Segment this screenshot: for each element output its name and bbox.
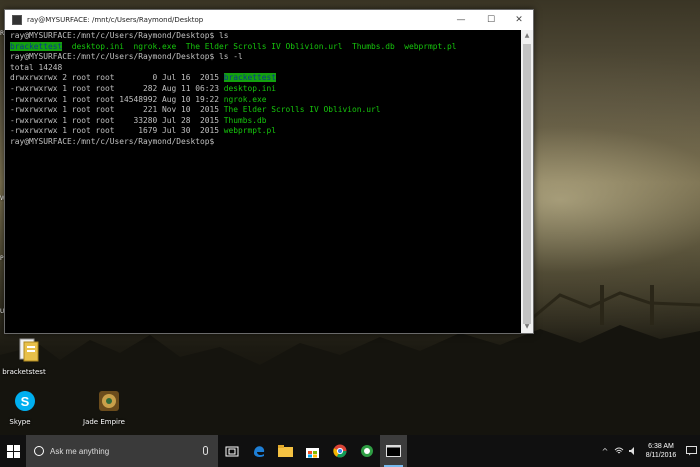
ls-row: drwxrwxrwx 2 root root 0 Jul 16 2015 bra… xyxy=(10,73,523,84)
desktop-icon-label: bracketstest xyxy=(2,368,46,376)
terminal-window[interactable]: ray@MYSURFACE: /mnt/c/Users/Raymond/Desk… xyxy=(4,9,534,334)
terminal-line: ray@MYSURFACE:/mnt/c/Users/Raymond/Deskt… xyxy=(10,31,523,42)
taskbar: Ask me anything xyxy=(0,435,700,467)
file-entries: desktop.ini ngrok.exe The Elder Scrolls … xyxy=(62,41,457,51)
terminal-app-icon xyxy=(12,15,22,25)
desktop-icon-label: Jade Empire xyxy=(83,418,125,426)
microphone-icon[interactable] xyxy=(203,446,208,455)
close-button[interactable]: ✕ xyxy=(505,10,533,30)
ls-row-meta: -rwxrwxrwx 1 root root 1679 Jul 30 2015 xyxy=(10,126,224,136)
desktop-icon-jade-empire[interactable]: Jade Empire xyxy=(83,390,125,426)
ls-row: -rwxrwxrwx 1 root root 33280 Jul 28 2015… xyxy=(10,116,523,127)
scroll-up-arrow-icon[interactable]: ▲ xyxy=(521,30,533,42)
ls-row-name: Thumbs.db xyxy=(223,115,267,125)
ls-row-name: ngrok.exe xyxy=(223,94,267,104)
taskbar-clock[interactable]: 6:38 AM 8/11/2016 xyxy=(640,442,682,460)
taskbar-terminal[interactable] xyxy=(380,435,407,467)
window-titlebar[interactable]: ray@MYSURFACE: /mnt/c/Users/Raymond/Desk… xyxy=(5,10,533,30)
ls-row: -rwxrwxrwx 1 root root 282 Aug 11 06:23 … xyxy=(10,84,523,95)
network-icon[interactable] xyxy=(612,435,626,467)
notification-icon xyxy=(685,446,697,456)
taskbar-file-explorer[interactable] xyxy=(272,435,299,467)
command-text: ls xyxy=(214,31,229,40)
scroll-down-arrow-icon[interactable]: ▼ xyxy=(521,321,533,333)
terminal-line: total 14248 xyxy=(10,62,63,72)
ls-row: -rwxrwxrwx 1 root root 221 Nov 10 2015 T… xyxy=(10,105,523,116)
file-explorer-folder-icon xyxy=(278,445,293,457)
store-bag-icon xyxy=(306,447,319,458)
desktop-icon-label: Skype xyxy=(9,418,31,426)
ls-row-meta: drwxrwxrwx 2 root root 0 Jul 16 2015 xyxy=(10,73,224,83)
search-circle-icon xyxy=(34,446,44,456)
prompt-text: ray@MYSURFACE:/mnt/c/Users/Raymond/Deskt… xyxy=(10,136,215,146)
terminal-line: brackettest desktop.ini ngrok.exe The El… xyxy=(10,41,523,53)
ls-row-name: desktop.ini xyxy=(223,83,277,93)
taskbar-edge[interactable] xyxy=(245,435,272,467)
terminal-window-icon xyxy=(386,445,401,457)
clock-date: 8/11/2016 xyxy=(645,452,677,459)
ls-row-name: brackettest xyxy=(223,73,277,83)
folder-file-icon xyxy=(19,338,38,362)
vertical-scrollbar[interactable]: ▲ ▼ xyxy=(521,30,533,333)
chrome-browser-icon xyxy=(332,444,346,458)
task-view-button[interactable] xyxy=(218,435,245,467)
system-tray: ^ 6:38 AM 8/11/2016 xyxy=(598,435,700,467)
ls-row-meta: -rwxrwxrwx 1 root root 282 Aug 11 06:23 xyxy=(10,83,224,93)
maximize-button[interactable]: ☐ xyxy=(477,10,505,30)
window-title: ray@MYSURFACE: /mnt/c/Users/Raymond/Desk… xyxy=(27,16,204,24)
desktop-icon-skype[interactable]: S Skype xyxy=(0,390,40,426)
windows-logo-icon xyxy=(6,444,20,458)
task-view-icon xyxy=(225,446,238,456)
jade-empire-icon xyxy=(98,391,119,411)
skype-icon: S xyxy=(14,391,35,411)
action-center-button[interactable] xyxy=(682,435,700,467)
start-button[interactable] xyxy=(0,435,26,467)
command-text: ls -l xyxy=(214,52,243,62)
ls-row-meta: -rwxrwxrwx 1 root root 14548992 Aug 10 1… xyxy=(10,94,224,104)
ls-row-meta: -rwxrwxrwx 1 root root 33280 Jul 28 2015 xyxy=(10,115,224,125)
volume-icon[interactable] xyxy=(626,435,640,467)
terminal-output[interactable]: ray@MYSURFACE:/mnt/c/Users/Raymond/Deskt… xyxy=(5,30,523,333)
ls-row-name: The Elder Scrolls IV Oblivion.url xyxy=(223,105,381,115)
desktop-icon-bracketstest[interactable]: bracketstest xyxy=(2,338,46,376)
minimize-button[interactable]: — xyxy=(447,10,475,30)
edge-browser-icon xyxy=(253,446,264,457)
search-box[interactable]: Ask me anything xyxy=(26,435,218,467)
terminal-line: ray@MYSURFACE:/mnt/c/Users/Raymond/Deskt… xyxy=(10,52,523,63)
chevron-up-icon[interactable]: ^ xyxy=(598,435,612,467)
scrollbar-thumb[interactable] xyxy=(523,44,531,324)
prompt-text: ray@MYSURFACE:/mnt/c/Users/Raymond/Deskt… xyxy=(10,52,215,62)
taskbar-app-green[interactable] xyxy=(353,435,380,467)
green-app-icon xyxy=(360,445,373,457)
taskbar-store[interactable] xyxy=(299,435,326,467)
search-placeholder: Ask me anything xyxy=(50,446,110,456)
terminal-line: ray@MYSURFACE:/mnt/c/Users/Raymond/Deskt… xyxy=(10,137,523,148)
ls-row-meta: -rwxrwxrwx 1 root root 221 Nov 10 2015 xyxy=(10,105,224,115)
prompt-text: ray@MYSURFACE:/mnt/c/Users/Raymond/Deskt… xyxy=(10,31,215,40)
svg-text:S: S xyxy=(20,394,29,409)
ls-row: -rwxrwxrwx 1 root root 14548992 Aug 10 1… xyxy=(10,95,523,106)
directory-entry: brackettest xyxy=(10,41,63,51)
ls-row-name: webprmpt.pl xyxy=(223,126,277,136)
clock-time: 6:38 AM xyxy=(648,443,674,450)
taskbar-chrome[interactable] xyxy=(326,435,353,467)
ls-row: -rwxrwxrwx 1 root root 1679 Jul 30 2015 … xyxy=(10,126,523,137)
